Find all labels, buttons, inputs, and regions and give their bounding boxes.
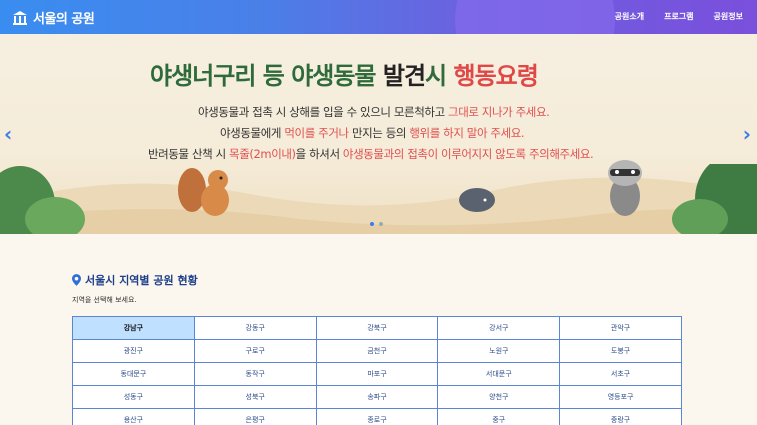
line3-highlight-d: 야생동물과의 접촉이 이루어지지 않도록 주의해주세요. (342, 147, 594, 161)
next-slide-arrow-icon[interactable]: › (743, 122, 751, 146)
district-cell[interactable]: 노원구 (437, 339, 561, 363)
headline-part1: 야생너구리 등 야생동물 (150, 62, 383, 90)
district-cell[interactable]: 마포구 (315, 362, 439, 386)
district-cell[interactable]: 강서구 (437, 316, 561, 340)
region-title-text: 서울시 지역별 공원 현황 (85, 274, 198, 287)
prev-slide-arrow-icon[interactable]: ‹ (4, 122, 12, 146)
slide-dot-2[interactable] (379, 222, 383, 226)
district-cell[interactable]: 강남구 (72, 316, 195, 340)
district-row: 성동구 성북구 송파구 양천구 영등포구 (72, 385, 682, 409)
district-cell[interactable]: 성동구 (72, 385, 195, 409)
district-cell[interactable]: 동작구 (193, 362, 317, 386)
line1-text: 야생동물과 접촉 시 상해를 입을 수 있으니 모른척하고 (198, 105, 449, 119)
district-row: 동대문구 동작구 마포구 서대문구 서초구 (72, 362, 682, 386)
map-pin-icon (72, 274, 81, 286)
banner-headline: 야생너구리 등 야생동물 발견시 행동요령 (150, 56, 539, 91)
district-cell[interactable]: 금천구 (315, 339, 439, 363)
line3-text-a: 반려동물 산책 시 (148, 147, 230, 161)
district-cell[interactable]: 강북구 (315, 316, 439, 340)
building-icon (13, 10, 27, 25)
site-title: 서울의 공원 (33, 12, 95, 27)
district-cell[interactable]: 은평구 (193, 408, 317, 425)
district-cell[interactable]: 서초구 (559, 362, 682, 386)
raccoon-illustration (608, 160, 642, 216)
headline-part2: 발견 (382, 62, 426, 90)
nav-item-info[interactable]: 공원정보 (714, 11, 743, 22)
region-title: 서울시 지역별 공원 현황 (72, 272, 682, 288)
district-cell[interactable]: 양천구 (437, 385, 561, 409)
district-row: 강남구 강동구 강북구 강서구 관악구 (72, 316, 682, 340)
banner-line-2: 야생동물에게 먹이를 주거나 만지는 등의 행위를 하지 말아 주세요. (220, 125, 525, 141)
district-cell[interactable]: 관악구 (559, 316, 682, 340)
line2-text-a: 야생동물에게 (220, 126, 285, 140)
district-cell[interactable]: 동대문구 (72, 362, 195, 386)
district-row: 광진구 구로구 금천구 노원구 도봉구 (72, 339, 682, 363)
line1-highlight: 그대로 지나가 주세요. (448, 105, 550, 119)
district-cell[interactable]: 종로구 (315, 408, 439, 425)
line2-highlight-b: 먹이를 주거나 (284, 126, 349, 140)
banner-line-3: 반려동물 산책 시 목줄(2m이내)을 하셔서 야생동물과의 접촉이 이루어지지… (148, 146, 594, 162)
hero-banner: 야생너구리 등 야생동물 발견시 행동요령 야생동물과 접촉 시 상해를 입을 … (0, 34, 757, 234)
line3-highlight-b: 목줄(2m이내) (229, 147, 296, 161)
site-logo[interactable]: 서울의 공원 (12, 8, 95, 27)
district-cell[interactable]: 구로구 (193, 339, 317, 363)
region-section: 서울시 지역별 공원 현황 지역을 선택해 보세요. 강남구 강동구 강북구 강… (72, 272, 682, 425)
top-header: 서울의 공원 공원소개 프로그램 공원정보 (0, 0, 757, 34)
nav-item-program[interactable]: 프로그램 (664, 11, 693, 22)
line2-text-c: 만지는 등의 (348, 126, 410, 140)
district-cell[interactable]: 성북구 (193, 385, 317, 409)
district-cell[interactable]: 서대문구 (437, 362, 561, 386)
slide-dot-1[interactable] (370, 222, 374, 226)
district-cell[interactable]: 중랑구 (559, 408, 682, 425)
district-cell[interactable]: 광진구 (72, 339, 195, 363)
region-subtitle: 지역을 선택해 보세요. (72, 296, 137, 304)
district-grid: 강남구 강동구 강북구 강서구 관악구 광진구 구로구 금천구 노원구 도봉구 … (72, 316, 682, 425)
line2-highlight-d: 행위를 하지 말아 주세요. (409, 126, 525, 140)
district-cell[interactable]: 용산구 (72, 408, 195, 425)
banner-line-1: 야생동물과 접촉 시 상해를 입을 수 있으니 모른척하고 그대로 지나가 주세… (198, 104, 550, 120)
hedgehog-illustration (459, 188, 495, 212)
main-nav: 공원소개 프로그램 공원정보 (595, 11, 743, 22)
headline-part4: 행동요령 (453, 62, 538, 90)
headline-part3: 시 (425, 62, 454, 90)
squirrel-illustration (178, 168, 229, 216)
slide-indicator (370, 222, 383, 226)
nav-item-intro[interactable]: 공원소개 (615, 11, 644, 22)
district-cell[interactable]: 강동구 (193, 316, 317, 340)
line3-text-c: 을 하셔서 (295, 147, 343, 161)
district-cell[interactable]: 영등포구 (559, 385, 682, 409)
header-glow (455, 0, 615, 34)
district-row: 용산구 은평구 종로구 중구 중랑구 (72, 408, 682, 425)
district-cell[interactable]: 도봉구 (559, 339, 682, 363)
district-cell[interactable]: 중구 (437, 408, 561, 425)
district-cell[interactable]: 송파구 (315, 385, 439, 409)
